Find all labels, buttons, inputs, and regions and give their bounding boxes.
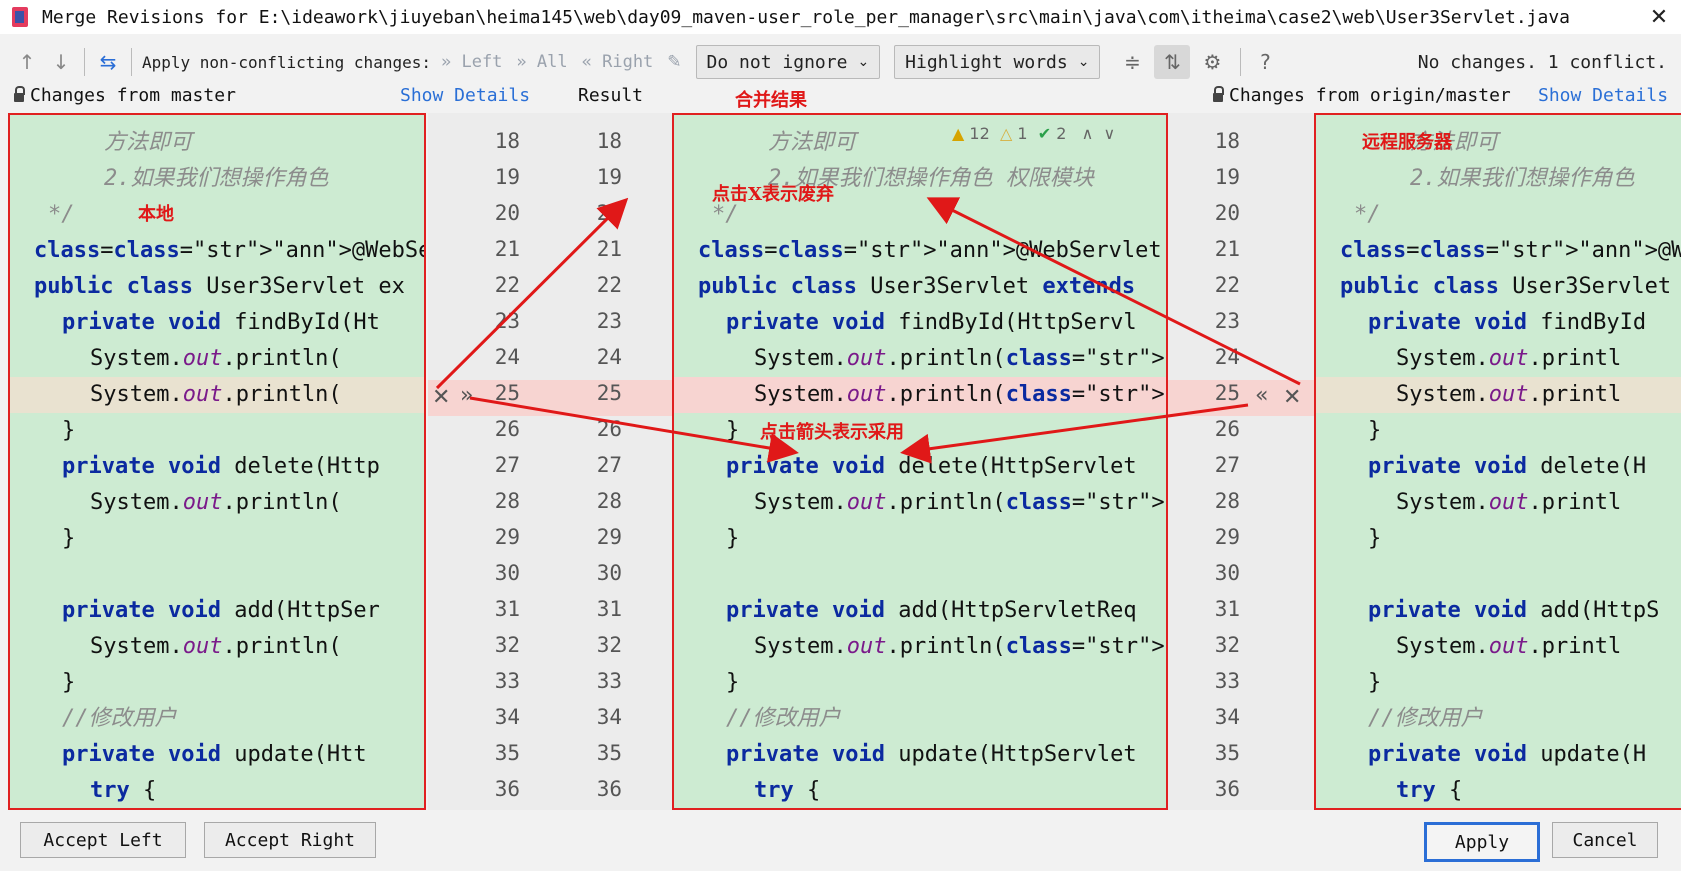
annotation-arrows — [435, 197, 1301, 464]
arrow-x-right-to-discard — [926, 197, 1301, 386]
cancel-button[interactable]: Cancel — [1552, 822, 1658, 858]
arrow-x-to-discard — [435, 197, 629, 390]
arrow-accept-right — [900, 403, 1249, 464]
accept-right-button[interactable]: Accept Right — [204, 822, 376, 858]
arrow-accept-left — [469, 396, 799, 463]
apply-button[interactable]: Apply — [1424, 822, 1540, 862]
accept-left-button[interactable]: Accept Left — [20, 822, 186, 858]
